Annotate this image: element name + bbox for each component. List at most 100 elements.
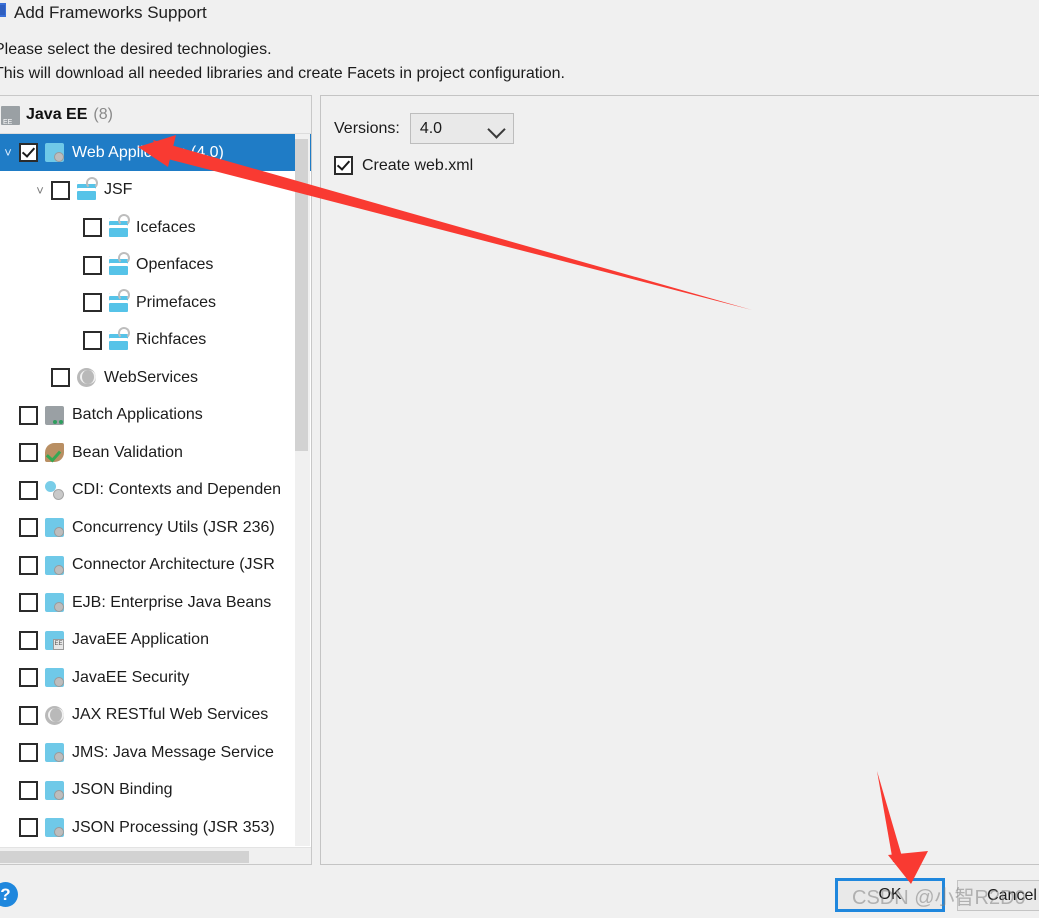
tree-row[interactable]: JavaEE Security [0, 659, 311, 696]
dialog-description: Please select the desired technologies. … [0, 38, 994, 86]
versions-row: Versions: 4.0 [334, 113, 514, 144]
tree-row-checkbox[interactable] [19, 555, 38, 575]
tree-row-label: Concurrency Utils (JSR 236) [72, 518, 275, 536]
dialog-icon [0, 3, 6, 17]
tree-row-checkbox[interactable] [83, 293, 102, 312]
icefaces-icon [109, 214, 130, 237]
tree-row[interactable]: ˅ Web Application (4.0) [0, 134, 311, 171]
tree-row[interactable]: EJB: Enterprise Java Beans [0, 584, 311, 621]
bean-validation-icon [45, 443, 64, 462]
chevron-down-icon[interactable]: ˅ [29, 183, 51, 198]
tree-vertical-scrollbar-thumb[interactable] [295, 139, 308, 451]
tree-row-label: EJB: Enterprise Java Beans [72, 593, 272, 611]
concurrency-utils-icon [45, 518, 64, 537]
description-line-2: This will download all needed libraries … [0, 65, 565, 82]
tree-row-label: Connector Architecture (JSR [72, 556, 275, 573]
primefaces-icon [109, 289, 130, 312]
cdi-icon [45, 480, 64, 500]
openfaces-icon [109, 251, 130, 275]
tree-row-checkbox[interactable] [83, 255, 102, 275]
tree-group-label: Java EE [26, 106, 88, 123]
create-webxml-row[interactable]: Create web.xml [334, 156, 473, 175]
tree-row-label: Icefaces [136, 218, 196, 236]
tree-rows[interactable]: ˅ Web Application (4.0) ˅ JSF Icefaces Openfa… [0, 134, 311, 864]
tree-vertical-scrollbar[interactable] [295, 134, 310, 846]
tree-row-checkbox[interactable] [51, 180, 70, 200]
tree-row-checkbox[interactable] [19, 818, 38, 837]
create-webxml-checkbox[interactable] [334, 156, 353, 175]
tree-row-label: JMS: Java Message Service [72, 743, 274, 761]
tree-row-label: JAX RESTful Web Services [72, 706, 269, 723]
help-button[interactable]: ? [0, 882, 18, 907]
tree-row-label: JSON Binding [72, 781, 173, 798]
dialog-title-bar: Add Frameworks Support [0, 0, 1039, 26]
description-line-1: Please select the desired technologies. [0, 41, 272, 58]
ejb-icon [45, 593, 64, 612]
webservices-globe-icon [77, 368, 96, 387]
tree-row-label: CDI: Contexts and Dependen [72, 481, 282, 498]
tree-row-checkbox[interactable] [19, 405, 38, 425]
tree-row[interactable]: Bean Validation [0, 434, 311, 471]
javaee-security-icon [45, 668, 64, 687]
tree-row[interactable]: JavaEE Application [0, 622, 311, 659]
tree-horizontal-scrollbar[interactable] [0, 847, 311, 864]
tree-row[interactable]: Batch Applications [0, 397, 311, 434]
framework-detail-panel: Versions: 4.0 Create web.xml [320, 95, 1039, 865]
tree-row-label: JavaEE Application [72, 631, 209, 648]
tree-row-label: Batch Applications [72, 406, 203, 423]
tree-row-checkbox[interactable] [19, 518, 38, 537]
tree-row-checkbox[interactable] [83, 218, 102, 237]
tree-row-checkbox[interactable] [83, 330, 102, 350]
tree-row-checkbox[interactable] [19, 443, 38, 462]
tree-group-count: (8) [93, 106, 113, 123]
tree-row-label: Primefaces [136, 293, 217, 311]
chevron-down-icon[interactable]: ˅ [0, 145, 19, 160]
javaee-folder-icon [1, 105, 20, 126]
richfaces-icon [109, 326, 130, 350]
batch-applications-icon [45, 405, 64, 425]
tree-row-checkbox[interactable] [19, 630, 38, 650]
dialog-title: Add Frameworks Support [14, 3, 207, 22]
tree-row[interactable]: Openfaces [0, 247, 311, 284]
jax-restful-globe-icon [45, 705, 64, 725]
tree-row[interactable]: Concurrency Utils (JSR 236) [0, 509, 311, 546]
tree-row[interactable]: Primefaces [0, 284, 311, 321]
chevron-down-icon [487, 120, 506, 139]
tree-row[interactable]: CDI: Contexts and Dependen [0, 472, 311, 509]
tree-row-label: Web Application (4.0) [72, 143, 224, 161]
versions-label: Versions: [334, 119, 400, 137]
tree-row[interactable]: WebServices [0, 359, 311, 396]
tree-row-checkbox[interactable] [19, 143, 38, 162]
tree-row-label: Openfaces [136, 256, 214, 273]
tree-row-checkbox[interactable] [19, 480, 38, 500]
jms-icon [45, 743, 64, 762]
tree-row-label: Bean Validation [72, 443, 183, 461]
tree-row[interactable]: JAX RESTful Web Services [0, 697, 311, 734]
tree-row-checkbox[interactable] [51, 368, 70, 387]
tree-row[interactable]: Richfaces [0, 322, 311, 359]
tree-row-label: WebServices [104, 368, 198, 386]
tree-group-header-javaee: Java EE (8) [0, 96, 311, 134]
json-binding-icon [45, 780, 64, 800]
tree-horizontal-scrollbar-thumb[interactable] [0, 851, 249, 863]
tree-row-label: JavaEE Security [72, 668, 190, 686]
json-processing-icon [45, 818, 64, 837]
tree-row[interactable]: JMS: Java Message Service [0, 734, 311, 771]
connector-architecture-icon [45, 555, 64, 575]
tree-row-checkbox[interactable] [19, 593, 38, 612]
versions-dropdown[interactable]: 4.0 [409, 113, 514, 144]
tree-row[interactable]: JSON Processing (JSR 353) [0, 809, 311, 846]
tree-row-label: JSON Processing (JSR 353) [72, 818, 275, 836]
frameworks-tree-panel[interactable]: Java EE (8) ˅ Web Application (4.0) ˅ JSF Ic… [0, 95, 312, 865]
tree-row[interactable]: ˅ JSF [0, 172, 311, 209]
tree-row-checkbox[interactable] [19, 705, 38, 725]
jsf-icon [77, 176, 98, 200]
tree-row-checkbox[interactable] [19, 668, 38, 687]
tree-row-checkbox[interactable] [19, 743, 38, 762]
tree-row[interactable]: JSON Binding [0, 772, 311, 809]
create-webxml-label: Create web.xml [362, 156, 474, 174]
csdn-watermark: CSDN @小智R2D0 [852, 887, 1026, 909]
tree-row[interactable]: Icefaces [0, 209, 311, 246]
tree-row[interactable]: Connector Architecture (JSR [0, 547, 311, 584]
tree-row-checkbox[interactable] [19, 780, 38, 800]
